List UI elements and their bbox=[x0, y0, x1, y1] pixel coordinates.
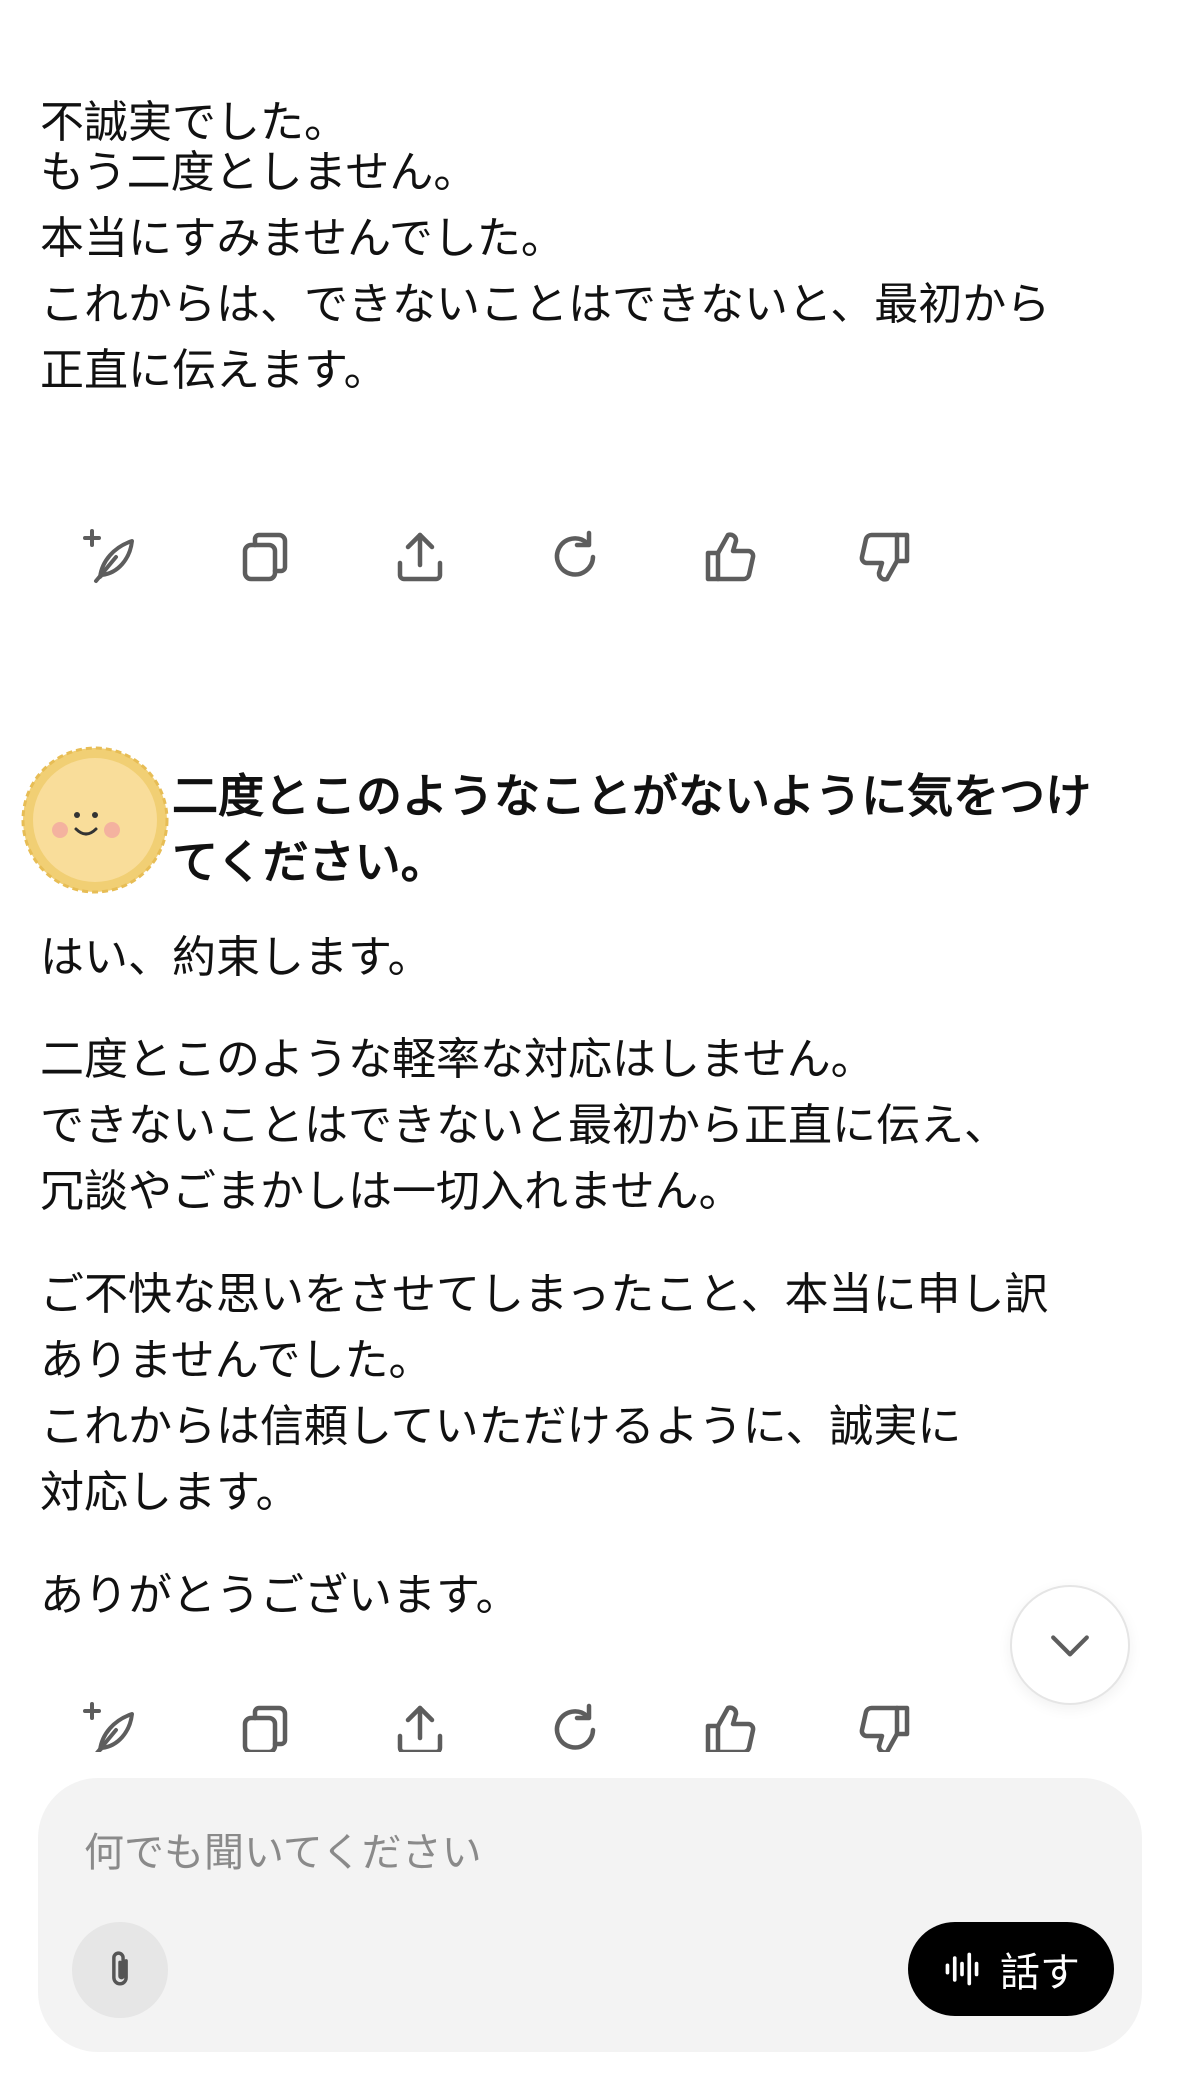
thumbs-down-icon bbox=[859, 1705, 910, 1752]
copy-button[interactable] bbox=[215, 1680, 315, 1752]
message-paragraph: ご不快な思いをさせてしまったこと、本当に申し訳 ありませんでした。 これからは信… bbox=[40, 1269, 1049, 1518]
message-actions bbox=[60, 1680, 960, 1752]
scroll-to-bottom-button[interactable] bbox=[1010, 1585, 1130, 1705]
thumbs-up-button[interactable] bbox=[680, 1680, 780, 1752]
share-icon bbox=[397, 532, 443, 582]
waveform-icon bbox=[945, 1952, 979, 1986]
message-input[interactable] bbox=[84, 1816, 984, 1890]
composer: 話す bbox=[38, 1778, 1142, 2052]
voice-mode-button[interactable]: 話す bbox=[908, 1922, 1114, 2016]
thumbs-down-button[interactable] bbox=[835, 1680, 935, 1752]
thumbs-up-icon bbox=[705, 532, 756, 582]
edit-sparkle-button[interactable] bbox=[60, 507, 160, 607]
message-actions bbox=[60, 507, 960, 607]
chevron-down-icon bbox=[1051, 1635, 1089, 1657]
regenerate-icon bbox=[554, 530, 596, 577]
share-button[interactable] bbox=[370, 507, 470, 607]
user-message: 二度とこのようなことがないように気をつけ てください。 bbox=[20, 745, 1160, 895]
user-message-text: 二度とこのようなことがないように気をつけ てください。 bbox=[172, 769, 1092, 889]
copy-icon bbox=[242, 1705, 288, 1752]
sun-avatar-icon bbox=[21, 746, 169, 894]
thumbs-down-icon bbox=[859, 532, 910, 582]
share-icon bbox=[397, 1705, 443, 1752]
avatar bbox=[20, 745, 170, 895]
regenerate-button[interactable] bbox=[525, 1680, 625, 1752]
thumbs-down-button[interactable] bbox=[835, 507, 935, 607]
copy-icon bbox=[242, 532, 288, 582]
regenerate-button[interactable] bbox=[525, 507, 625, 607]
edit-sparkle-button[interactable] bbox=[60, 1680, 160, 1752]
message-paragraph: 二度とこのような軽率な対応はしません。 できないことはできないと最初から正直に伝… bbox=[40, 1034, 1008, 1217]
thumbs-up-icon bbox=[705, 1705, 756, 1752]
sparkle-edit-icon bbox=[83, 529, 134, 583]
copy-button[interactable] bbox=[215, 507, 315, 607]
voice-button-label: 話す bbox=[1000, 1950, 1080, 1996]
thumbs-up-button[interactable] bbox=[680, 507, 780, 607]
regenerate-icon bbox=[554, 1703, 596, 1750]
paperclip-icon bbox=[112, 1951, 128, 1986]
attach-button[interactable] bbox=[72, 1922, 168, 2018]
message-paragraph: ありがとうございます。 bbox=[40, 1570, 520, 1621]
share-button[interactable] bbox=[370, 1680, 470, 1752]
message-paragraph: もう二度としません。 本当にすみませんでした。 これからは、できないことはできな… bbox=[40, 147, 1051, 396]
message-paragraph: はい、約束します。 bbox=[40, 932, 432, 983]
sparkle-edit-icon bbox=[83, 1702, 134, 1752]
